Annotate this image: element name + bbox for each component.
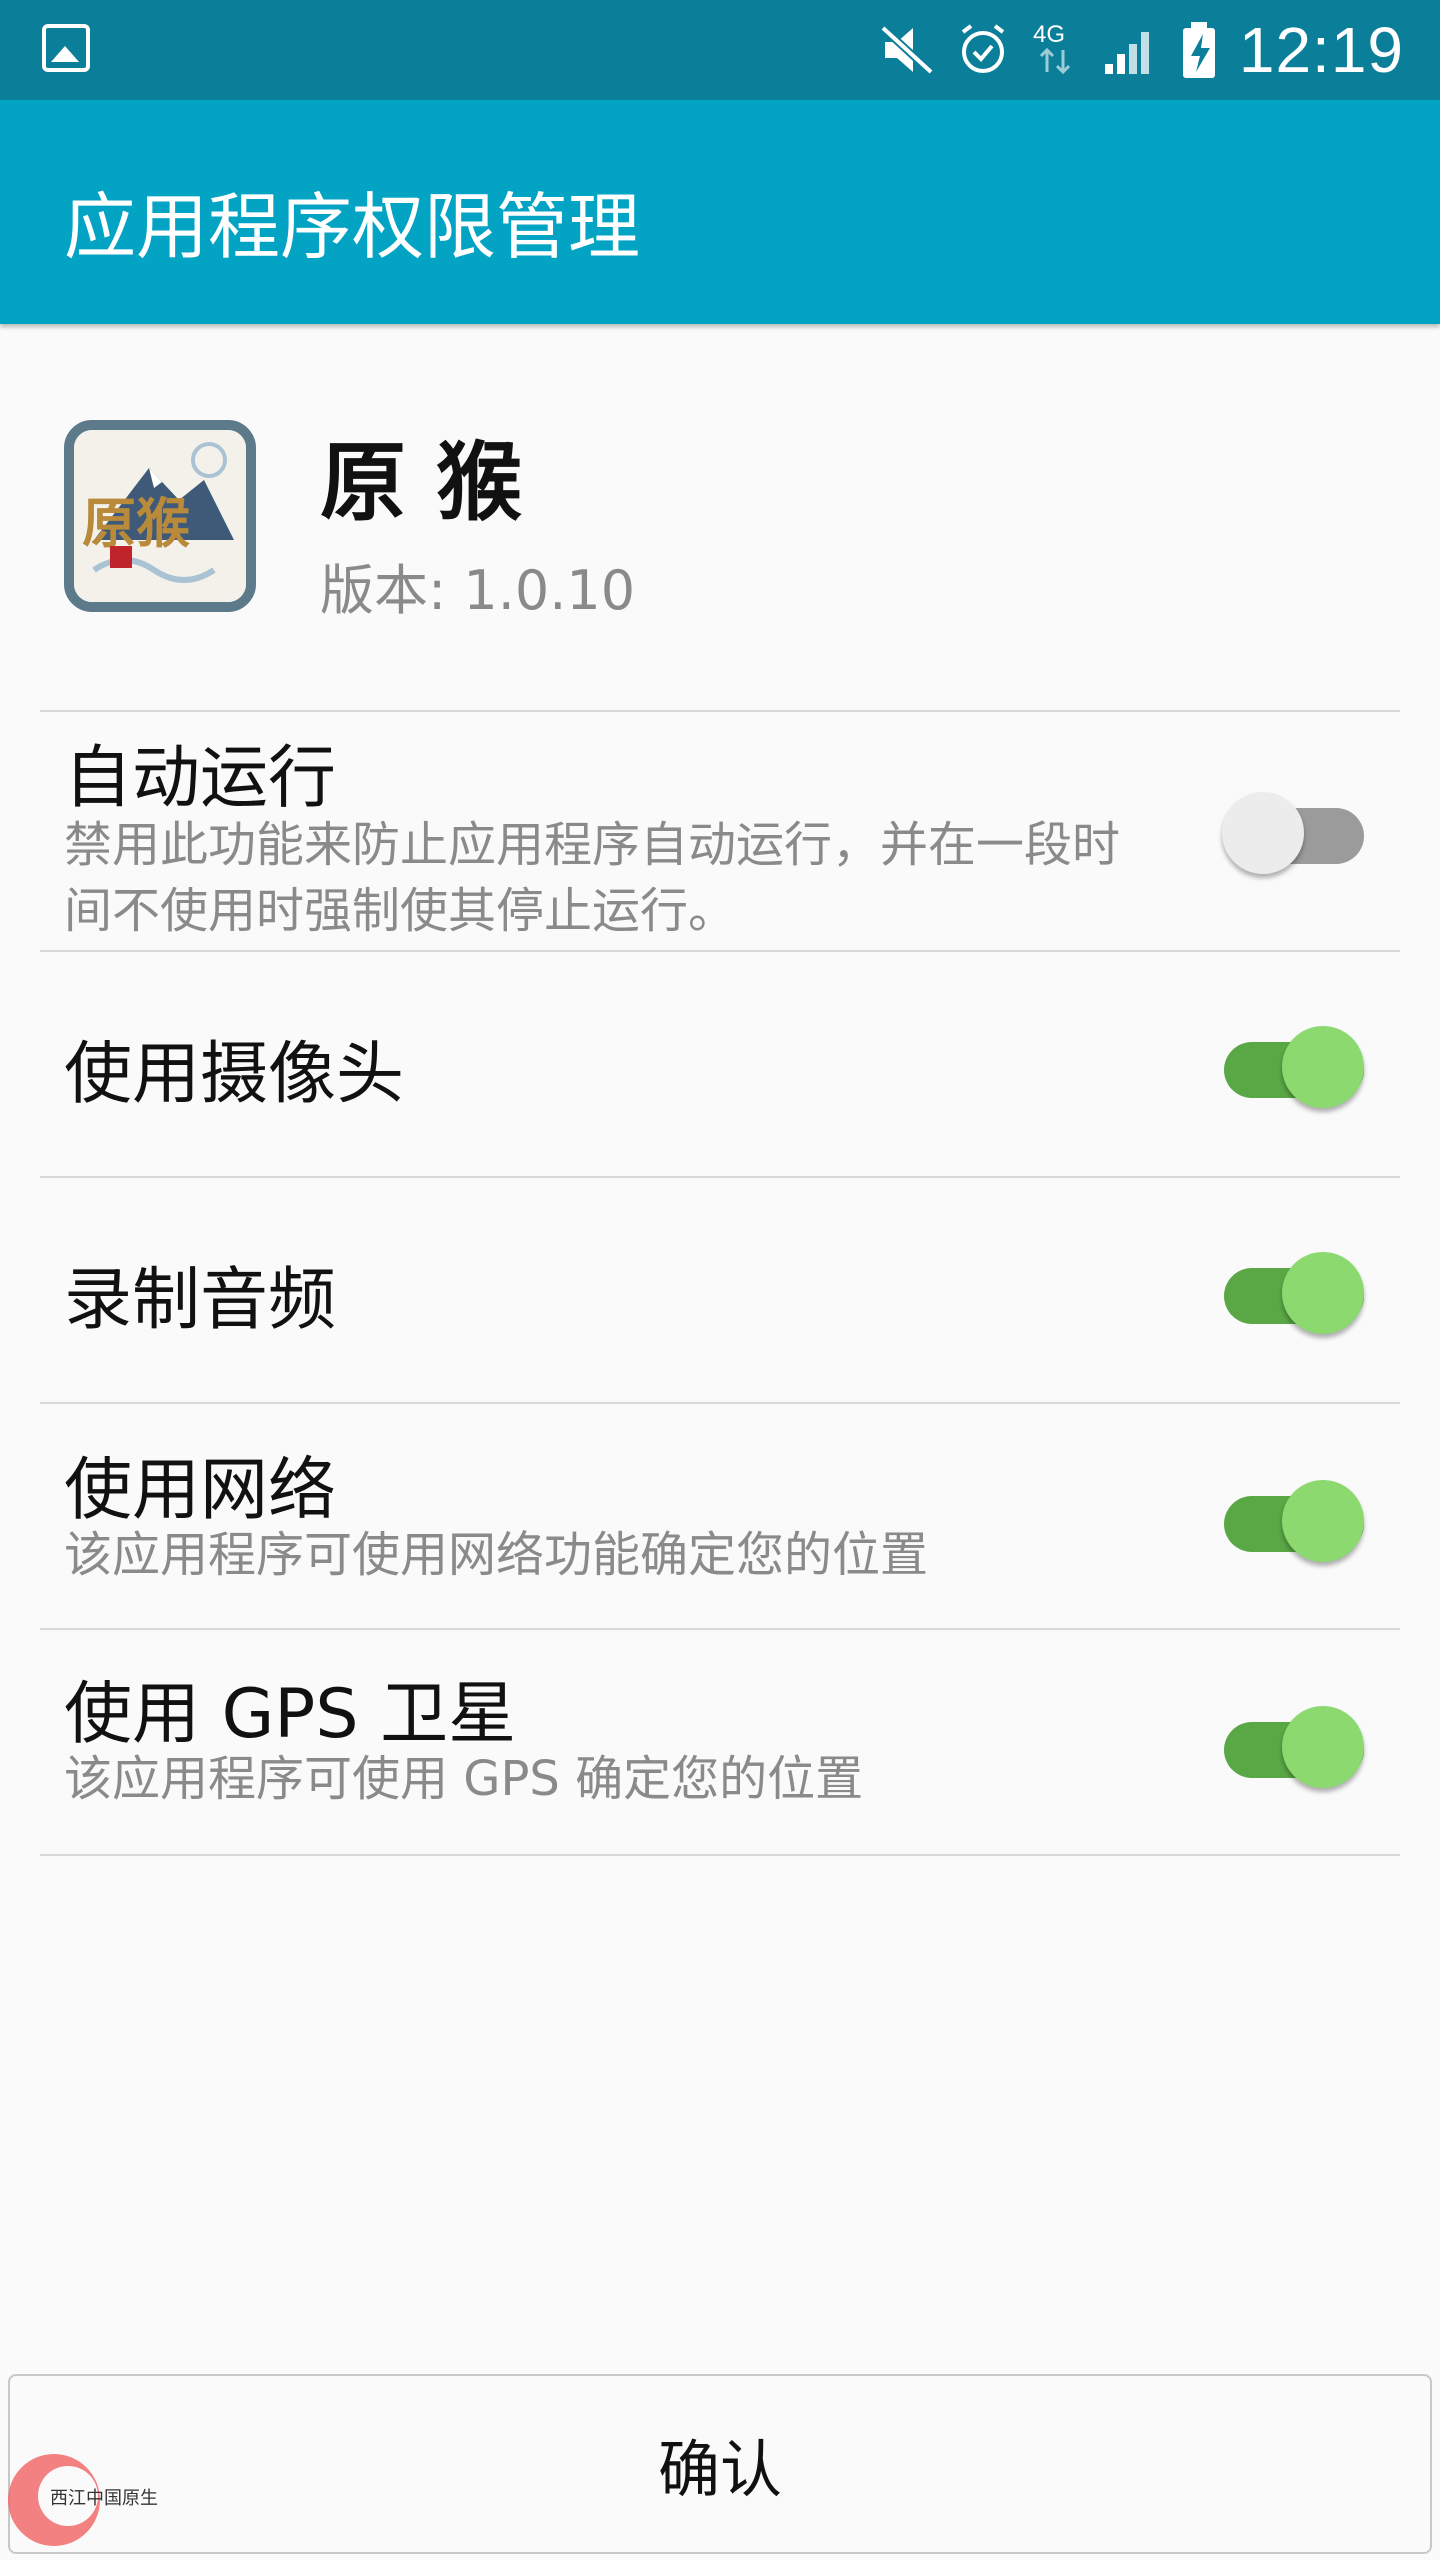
permission-title: 自动运行 [64,739,337,818]
app-name: 原 猴 [320,433,522,533]
divider [40,1854,1400,1856]
toggle-thumb [1282,1480,1364,1562]
gallery-icon [42,24,90,72]
toggle-thumb [1282,1026,1364,1108]
toggle-thumb [1222,792,1304,874]
auto-run-toggle[interactable] [1220,782,1368,874]
toggle-thumb [1282,1252,1364,1334]
gps-toggle[interactable] [1220,1696,1368,1788]
status-clock: 12:19 [1238,14,1404,86]
app-logo-icon: 原猴 [74,430,246,602]
app-icon: 原猴 [64,420,256,612]
page-title: 应用程序权限管理 [64,185,641,269]
permission-row-record-audio[interactable]: 录制音频 [0,1178,1440,1402]
toggle-thumb [1282,1706,1364,1788]
record-audio-toggle[interactable] [1220,1242,1368,1334]
permission-description: 该应用程序可使用 GPS 确定您的位置 [64,1751,864,1807]
app-version: 版本: 1.0.10 [320,559,636,622]
confirm-button[interactable]: 确认 [8,2374,1432,2554]
battery-charging-icon [1182,22,1215,78]
permission-row-gps[interactable]: 使用 GPS 卫星 该应用程序可使用 GPS 确定您的位置 [0,1630,1440,1854]
permission-title: 录制音频 [64,1261,337,1340]
permission-row-auto-run[interactable]: 自动运行 禁用此功能来防止应用程序自动运行，并在一段时间不使用时强制使其停止运行… [0,712,1440,950]
permission-row-camera[interactable]: 使用摄像头 [0,952,1440,1176]
app-bar: 应用程序权限管理 [0,100,1440,324]
permission-title: 使用网络 [64,1451,337,1530]
app-logo-text: 原猴 [82,491,190,555]
permission-row-network[interactable]: 使用网络 该应用程序可使用网络功能确定您的位置 [0,1404,1440,1628]
permission-title: 使用 GPS 卫星 [64,1675,517,1754]
network-type-label: 4G [1033,21,1065,48]
alarm-icon [961,24,1005,73]
network-toggle[interactable] [1220,1470,1368,1562]
signal-icon [1104,32,1149,74]
camera-toggle[interactable] [1220,1016,1368,1108]
mute-icon [880,25,934,75]
watermark-text: 西江中国原生 [50,2488,158,2509]
app-info: 原猴 原 猴 版本: 1.0.10 [0,324,1440,710]
permission-title: 使用摄像头 [64,1035,405,1114]
status-bar: 4G 12:19 [0,0,1440,100]
watermark-logo: 西江中国原生 [8,2454,158,2546]
status-icons: 4G 12:19 [879,0,1404,100]
network-4g-icon: 4G [1033,21,1070,75]
permission-description: 该应用程序可使用网络功能确定您的位置 [64,1527,929,1583]
permission-description: 禁用此功能来防止应用程序自动运行，并在一段时间不使用时强制使其停止运行。 [64,817,1121,939]
